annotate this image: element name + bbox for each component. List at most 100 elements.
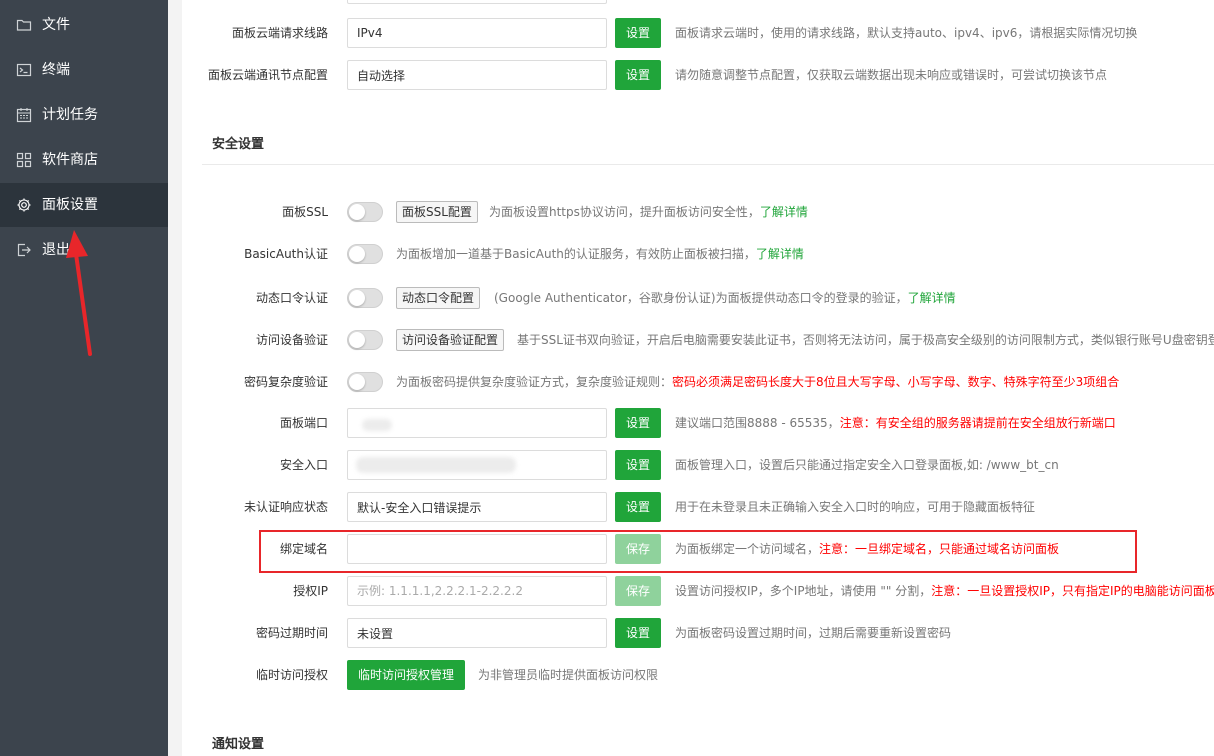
sidebar: 文件 终端 计划任务 软件商店 面板设置 退出	[0, 0, 168, 756]
learn-more-link[interactable]: 了解详情	[908, 291, 956, 305]
setting-desc: 请勿随意调整节点配置，仅获取云端数据出现未响应或错误时，可尝试切换该节点	[675, 68, 1108, 82]
setting-desc: 为面板密码提供复杂度验证方式，复杂度验证规则：密码必须满足密码长度大于8位且大写…	[396, 367, 1119, 397]
ssl-toggle[interactable]	[347, 202, 383, 222]
desc-text: 为面板设置https协议访问，提升面板访问安全性，	[489, 205, 760, 219]
sidebar-item-cron[interactable]: 计划任务	[0, 93, 168, 137]
setting-label: 密码过期时间	[255, 626, 328, 640]
redacted-value	[356, 457, 516, 473]
domain-input[interactable]	[347, 534, 607, 564]
setting-label: 面板云端请求线路	[231, 26, 328, 40]
toggle-knob	[349, 374, 365, 390]
logout-icon	[16, 242, 32, 258]
desc-text: 为面板绑定一个访问域名，	[675, 542, 820, 556]
device-config-button[interactable]: 访问设备验证配置	[396, 329, 505, 351]
entry-set-button[interactable]: 设置	[615, 450, 661, 480]
setting-desc: 为面板增加一道基于BasicAuth的认证服务，有效防止面板被扫描，了解详情	[396, 239, 804, 269]
sidebar-item-label: 退出	[42, 242, 70, 258]
folder-icon	[16, 17, 32, 33]
port-set-button[interactable]: 设置	[615, 408, 661, 438]
ip-save-button[interactable]: 保存	[615, 576, 661, 606]
sidebar-item-logout[interactable]: 退出	[0, 228, 168, 272]
setting-label: 临时访问授权	[255, 668, 328, 682]
complexity-toggle[interactable]	[347, 372, 383, 392]
cloud-node-input[interactable]	[347, 60, 607, 90]
setting-desc: 为面板密码设置过期时间，过期后需要重新设置密码	[675, 626, 952, 640]
section-title-security: 安全设置	[212, 137, 265, 152]
otp-config-button[interactable]: 动态口令配置	[396, 287, 481, 309]
setting-label: 面板云端通讯节点配置	[207, 68, 328, 82]
setting-row-cloud-node: 面板云端通讯节点配置 设置 请勿随意调整节点配置，仅获取云端数据出现未响应或错误…	[182, 60, 1214, 90]
sidebar-item-store[interactable]: 软件商店	[0, 138, 168, 182]
desc-text: 建议端口范围8888 - 65535，	[675, 416, 840, 430]
temp-access-manage-button[interactable]: 临时访问授权管理	[347, 660, 465, 690]
setting-label: BasicAuth认证	[244, 247, 328, 261]
setting-desc: 基于SSL证书双向验证，开启后电脑需要安装此证书，否则将无法访问，属于极高安全级…	[517, 333, 1214, 347]
cloud-route-set-button[interactable]: 设置	[615, 18, 661, 48]
setting-row-complexity: 密码复杂度验证 为面板密码提供复杂度验证方式，复杂度验证规则：密码必须满足密码长…	[182, 367, 1214, 397]
setting-row-expire: 密码过期时间 设置 为面板密码设置过期时间，过期后需要重新设置密码	[182, 618, 1214, 648]
setting-desc: 面板管理入口，设置后只能通过指定安全入口登录面板,如: /www_bt_cn	[675, 458, 1059, 472]
desc-text: 为面板密码提供复杂度验证方式，复杂度验证规则：	[396, 375, 673, 389]
setting-row-basicauth: BasicAuth认证 为面板增加一道基于BasicAuth的认证服务，有效防止…	[182, 239, 1214, 269]
setting-label: 安全入口	[279, 458, 328, 472]
setting-desc: (Google Authenticator，谷歌身份认证)为面板提供动态口令的登…	[494, 283, 956, 313]
sidebar-item-label: 软件商店	[42, 152, 98, 168]
ssl-config-button[interactable]: 面板SSL配置	[396, 201, 478, 223]
setting-desc: 为面板绑定一个访问域名，注意：一旦绑定域名，只能通过域名访问面板	[675, 534, 1059, 564]
setting-desc: 为面板设置https协议访问，提升面板访问安全性，了解详情	[489, 197, 808, 227]
desc-text: 为面板增加一道基于BasicAuth的认证服务，有效防止面板被扫描，	[396, 247, 756, 261]
learn-more-link[interactable]: 了解详情	[760, 205, 808, 219]
setting-row-port: 面板端口 设置 建议端口范围8888 - 65535，注意：有安全组的服务器请提…	[182, 408, 1214, 438]
setting-row-unauth: 未认证响应状态 设置 用于在未登录且未正确输入安全入口时的响应，可用于隐藏面板特…	[182, 492, 1214, 522]
sidebar-item-label: 面板设置	[42, 197, 98, 213]
setting-desc: 设置访问授权IP，多个IP地址，请使用 "" 分割，注意：一旦设置授权IP，只有…	[675, 576, 1214, 606]
setting-row-cloud-route: 面板云端请求线路 设置 面板请求云端时，使用的请求线路，默认支持auto、ipv…	[182, 18, 1214, 48]
toggle-knob	[349, 204, 365, 220]
setting-label: 面板端口	[279, 416, 328, 430]
calendar-icon	[16, 107, 32, 123]
sidebar-item-label: 计划任务	[42, 107, 98, 123]
setting-row-entry: 安全入口 设置 面板管理入口，设置后只能通过指定安全入口登录面板,如: /www…	[182, 450, 1214, 480]
learn-more-link[interactable]: 了解详情	[756, 247, 804, 261]
sidebar-item-label: 文件	[42, 17, 70, 33]
unauth-set-button[interactable]: 设置	[615, 492, 661, 522]
toggle-knob	[349, 332, 365, 348]
toggle-knob	[349, 246, 365, 262]
sidebar-item-files[interactable]: 文件	[0, 3, 168, 47]
warning-text: 注意：一旦绑定域名，只能通过域名访问面板	[819, 542, 1060, 556]
unauth-response-select[interactable]	[347, 492, 607, 522]
sidebar-item-settings[interactable]: 面板设置	[0, 183, 168, 227]
terminal-icon	[16, 62, 32, 78]
setting-label: 面板SSL	[282, 205, 328, 219]
setting-desc: 用于在未登录且未正确输入安全入口时的响应，可用于隐藏面板特征	[675, 500, 1036, 514]
basicauth-toggle[interactable]	[347, 244, 383, 264]
expire-input[interactable]	[347, 618, 607, 648]
setting-desc: 为非管理员临时提供面板访问权限	[478, 668, 659, 682]
setting-desc: 建议端口范围8888 - 65535，注意：有安全组的服务器请提前在安全组放行新…	[675, 408, 1116, 438]
redacted-value	[362, 419, 392, 431]
cloud-route-input[interactable]	[347, 18, 607, 48]
warning-text: 注意：一旦设置授权IP，只有指定IP的电脑能访问面板	[931, 584, 1214, 598]
grid-icon	[16, 152, 32, 168]
otp-toggle[interactable]	[347, 288, 383, 308]
sidebar-item-terminal[interactable]: 终端	[0, 48, 168, 92]
device-toggle[interactable]	[347, 330, 383, 350]
domain-save-button[interactable]: 保存	[615, 534, 661, 564]
setting-label: 访问设备验证	[255, 333, 328, 347]
ip-input[interactable]	[347, 576, 607, 606]
setting-label: 动态口令认证	[255, 291, 328, 305]
setting-row-ip: 授权IP 保存 设置访问授权IP，多个IP地址，请使用 "" 分割，注意：一旦设…	[182, 576, 1214, 606]
expire-set-button[interactable]: 设置	[615, 618, 661, 648]
setting-label: 绑定域名	[279, 542, 328, 556]
setting-row-domain: 绑定域名 保存 为面板绑定一个访问域名，注意：一旦绑定域名，只能通过域名访问面板	[182, 534, 1214, 564]
partial-input[interactable]	[347, 0, 607, 4]
port-input[interactable]	[347, 408, 607, 438]
setting-row-ssl: 面板SSL 面板SSL配置 为面板设置https协议访问，提升面板访问安全性，了…	[182, 197, 1214, 227]
entry-input[interactable]	[347, 450, 607, 480]
toggle-knob	[349, 290, 365, 306]
cloud-node-set-button[interactable]: 设置	[615, 60, 661, 90]
setting-label: 授权IP	[293, 584, 328, 598]
desc-text: (Google Authenticator，谷歌身份认证)为面板提供动态口令的登…	[494, 291, 908, 305]
warning-text: 注意：有安全组的服务器请提前在安全组放行新端口	[839, 416, 1116, 430]
settings-panel: 面板云端请求线路 设置 面板请求云端时，使用的请求线路，默认支持auto、ipv…	[182, 0, 1214, 756]
